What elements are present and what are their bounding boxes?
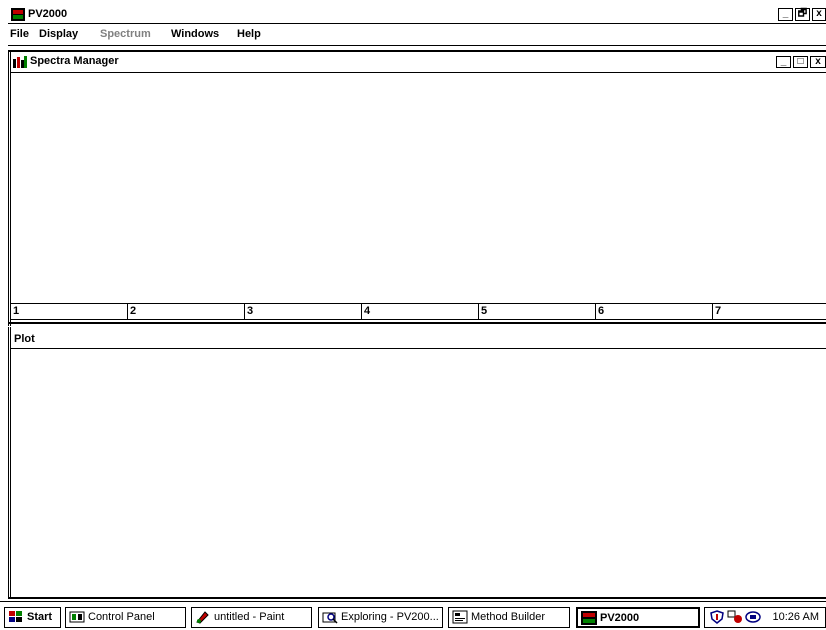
maximize-icon: □ <box>797 56 804 67</box>
taskbar: Start Control Panel untitled - Paint Exp… <box>0 601 826 630</box>
slot-label: 1 <box>13 305 20 317</box>
plot-header: Plot <box>11 330 826 349</box>
menu-file[interactable]: File <box>10 28 29 40</box>
plot-bottom-border <box>8 597 826 599</box>
minimize-icon: _ <box>780 56 787 67</box>
system-tray: 10:26 AM <box>704 607 826 628</box>
child-minimize-button[interactable]: _ <box>776 56 791 68</box>
volume-icon[interactable] <box>745 610 761 624</box>
task-label: Control Panel <box>88 611 155 623</box>
paint-icon <box>196 611 209 624</box>
shield-icon[interactable] <box>709 610 725 624</box>
minimize-button[interactable]: _ <box>778 8 793 21</box>
task-label: PV2000 <box>600 612 640 624</box>
task-paint[interactable]: untitled - Paint <box>191 607 312 628</box>
slot-2[interactable]: 2 <box>128 304 245 319</box>
menu-spectrum[interactable]: Spectrum <box>100 28 151 40</box>
method-builder-icon <box>452 610 468 624</box>
spectra-manager-top-border <box>8 50 826 52</box>
menu-windows[interactable]: Windows <box>171 28 219 40</box>
window-title: PV2000 <box>28 8 68 20</box>
start-button[interactable]: Start <box>4 607 61 628</box>
slot-4[interactable]: 4 <box>362 304 479 319</box>
task-label: untitled - Paint <box>214 611 285 623</box>
clock[interactable]: 10:26 AM <box>773 611 819 623</box>
start-label: Start <box>27 611 53 623</box>
pv2000-icon <box>581 611 597 625</box>
slot-label: 6 <box>598 305 605 317</box>
child-close-button[interactable]: x <box>810 56 826 68</box>
network-icon[interactable] <box>727 610 743 624</box>
slot-label: 2 <box>130 305 137 317</box>
task-pv2000[interactable]: PV2000 <box>576 607 700 628</box>
main-title-bar[interactable]: PV2000 _ 🗗 x <box>8 6 826 23</box>
close-button[interactable]: x <box>812 8 826 21</box>
task-label: Method Builder <box>471 611 545 623</box>
restore-icon: 🗗 <box>797 8 808 19</box>
control-panel-icon <box>69 611 85 623</box>
spectra-manager-client-area[interactable] <box>11 72 826 302</box>
child-maximize-button[interactable]: □ <box>793 56 808 68</box>
menu-help[interactable]: Help <box>237 28 261 40</box>
minimize-icon: _ <box>782 8 789 19</box>
menu-divider <box>8 45 826 46</box>
task-control-panel[interactable]: Control Panel <box>65 607 186 628</box>
task-label: Exploring - PV200... <box>341 611 439 623</box>
task-method-builder[interactable]: Method Builder <box>448 607 570 628</box>
plot-area[interactable] <box>11 351 826 597</box>
slot-7[interactable]: 7 <box>713 304 826 319</box>
pv2000-app-icon <box>11 8 25 21</box>
slot-label: 3 <box>247 305 254 317</box>
slot-label: 7 <box>715 305 722 317</box>
slot-5[interactable]: 5 <box>479 304 596 319</box>
menu-bar: File Display Spectrum Windows Help <box>8 25 826 43</box>
spectra-manager-icon <box>13 56 27 68</box>
menu-display[interactable]: Display <box>39 28 78 40</box>
slot-3[interactable]: 3 <box>245 304 362 319</box>
title-divider <box>8 23 826 24</box>
explorer-icon <box>322 612 338 624</box>
slot-label: 4 <box>364 305 371 317</box>
spectra-manager-title: Spectra Manager <box>30 55 119 67</box>
close-icon: x <box>815 56 821 67</box>
slot-1[interactable]: 1 <box>11 304 128 319</box>
close-icon: x <box>816 8 822 19</box>
task-exploring[interactable]: Exploring - PV200... <box>318 607 443 628</box>
plot-title: Plot <box>14 333 35 345</box>
slot-6[interactable]: 6 <box>596 304 713 319</box>
spectra-manager-title-bar[interactable]: Spectra Manager _ □ x <box>11 55 826 69</box>
windows-logo-icon <box>9 611 22 622</box>
pane-splitter[interactable] <box>8 322 826 324</box>
spectrum-slot-bar: 1 2 3 4 5 6 7 <box>11 303 826 320</box>
slot-label: 5 <box>481 305 488 317</box>
restore-button[interactable]: 🗗 <box>795 8 810 21</box>
